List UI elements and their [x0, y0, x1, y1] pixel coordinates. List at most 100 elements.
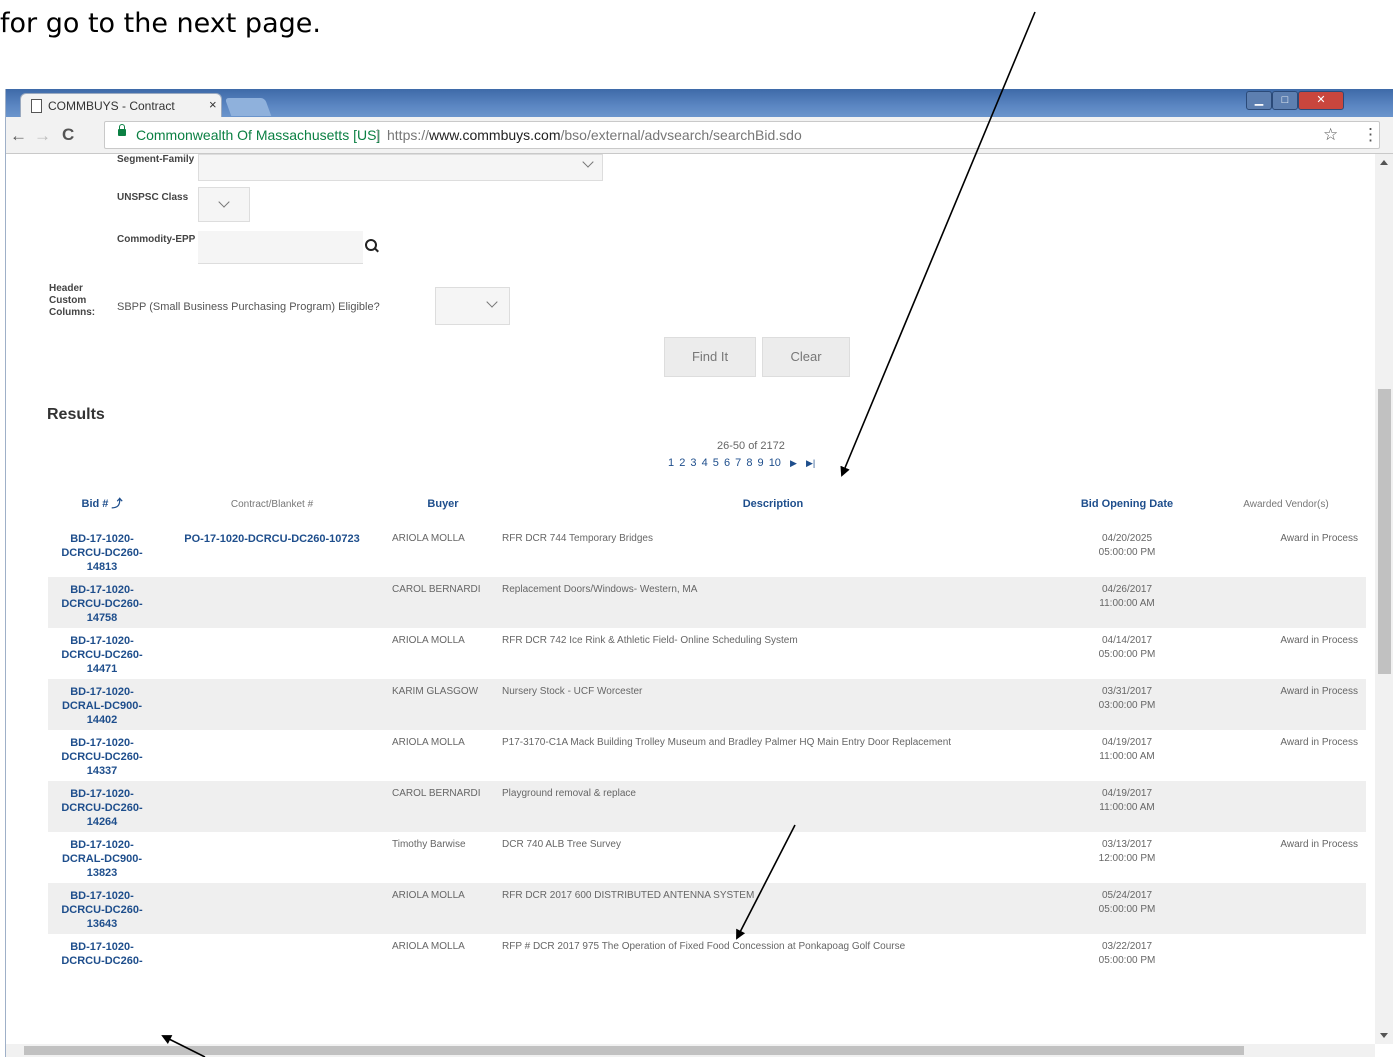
awarded-vendor-cell: Award in Process — [1280, 533, 1358, 544]
awarded-vendor-cell: Award in Process — [1206, 679, 1366, 730]
chevron-down-icon — [582, 156, 594, 168]
bid-opening-date-cell: 04/20/2025 05:00:00 PM — [1048, 526, 1206, 577]
vertical-scrollbar[interactable] — [1375, 154, 1393, 1044]
find-it-button[interactable]: Find It — [664, 337, 756, 377]
next-page-icon[interactable]: ▶ — [790, 458, 797, 469]
bid-opening-date-cell: 04/19/2017 11:00:00 AM — [1048, 730, 1206, 781]
caption-text: for go to the next page. — [0, 8, 321, 39]
close-window-button[interactable]: ✕ — [1298, 91, 1344, 110]
page-link[interactable]: 6 — [724, 457, 730, 469]
chevron-down-icon — [218, 196, 230, 208]
bid-link[interactable]: BD-17-1020-DCRCU-DC260-13643 — [48, 883, 156, 934]
commodity-epp-input[interactable] — [198, 231, 363, 264]
bid-link[interactable]: BD-17-1020-DCRCU-DC260-14471 — [48, 628, 156, 679]
bid-link[interactable]: BD-17-1020-DCRCU-DC260-14264 — [48, 781, 156, 832]
contract-link[interactable] — [156, 832, 388, 883]
unspsc-class-select[interactable] — [198, 187, 250, 222]
secure-site-name: Commonwealth Of Massachusetts [US] — [136, 127, 381, 143]
bid-link[interactable]: BD-17-1020-DCRAL-DC900-14402 — [48, 679, 156, 730]
bid-link[interactable]: BD-17-1020-DCRCU-DC260-14337 — [48, 730, 156, 781]
bid-time: 05:00:00 PM — [1098, 649, 1156, 660]
table-row[interactable]: BD-17-1020-DCRCU-DC260-14337 ARIOLA MOLLA… — [48, 730, 1366, 781]
bid-time: 11:00:00 AM — [1099, 751, 1155, 762]
table-row[interactable]: BD-17-1020-DCRCU-DC260-14471 ARIOLA MOLLA… — [48, 628, 1366, 679]
table-row[interactable]: BD-17-1020-DCRCU-DC260- ARIOLA MOLLA RFP #… — [48, 934, 1366, 984]
table-row[interactable]: BD-17-1020-DCRAL-DC900-14402 KARIM GLASGO… — [48, 679, 1366, 730]
close-tab-icon[interactable]: × — [209, 97, 217, 112]
column-header-bid[interactable]: Bid # ⤴ — [48, 489, 156, 526]
bid-link[interactable]: BD-17-1020-DCRAL-DC900-13823 — [48, 832, 156, 883]
column-header-description[interactable]: Description — [498, 489, 1048, 526]
buyer-cell: Timothy Barwise — [392, 839, 466, 850]
column-header-contract[interactable]: Contract/Blanket # — [156, 489, 388, 526]
column-header-bid-opening-date[interactable]: Bid Opening Date — [1048, 489, 1206, 526]
horizontal-scroll-thumb[interactable] — [24, 1046, 1244, 1055]
scroll-up-icon[interactable] — [1380, 160, 1388, 165]
reload-button[interactable]: C — [62, 125, 74, 145]
last-page-icon[interactable]: ▶| — [806, 458, 815, 469]
scroll-down-icon[interactable] — [1380, 1033, 1388, 1038]
bid-link[interactable]: BD-17-1020-DCRCU-DC260-14758 — [48, 577, 156, 628]
bid-time: 11:00:00 AM — [1099, 598, 1155, 609]
horizontal-scrollbar[interactable] — [6, 1044, 1375, 1057]
awarded-vendor-cell — [1206, 577, 1366, 628]
page-link[interactable]: 10 — [769, 457, 781, 469]
star-icon[interactable]: ☆ — [1323, 125, 1338, 145]
vertical-scroll-thumb[interactable] — [1378, 389, 1391, 674]
bid-date: 04/20/2025 — [1101, 533, 1153, 544]
page-link[interactable]: 5 — [713, 457, 719, 469]
buyer-cell: ARIOLA MOLLA — [392, 533, 465, 544]
page-link[interactable]: 1 — [668, 457, 674, 469]
column-header-awarded-vendors[interactable]: Awarded Vendor(s) — [1206, 489, 1366, 526]
table-row[interactable]: BD-17-1020-DCRAL-DC900-13823 Timothy Barw… — [48, 832, 1366, 883]
menu-icon[interactable]: ⋮ — [1362, 125, 1379, 145]
contract-link[interactable] — [156, 781, 388, 832]
page-link[interactable]: 3 — [690, 457, 696, 469]
contract-link[interactable] — [156, 730, 388, 781]
forward-button[interactable]: → — [34, 126, 51, 146]
description-cell: RFR DCR 744 Temporary Bridges — [502, 533, 653, 544]
contract-link[interactable] — [156, 628, 388, 679]
description-cell: P17-3170-C1A Mack Building Trolley Museu… — [502, 737, 952, 748]
browser-tab[interactable]: COMMBUYS - Contract × — [20, 93, 222, 118]
page-link[interactable]: 2 — [679, 457, 685, 469]
contract-link[interactable]: PO-17-1020-DCRCU-DC260-10723 — [156, 526, 388, 577]
contract-link[interactable] — [156, 934, 388, 984]
new-tab-button[interactable] — [224, 98, 272, 116]
contract-link[interactable] — [156, 679, 388, 730]
contract-link[interactable] — [156, 883, 388, 934]
bid-opening-date-cell: 04/26/2017 11:00:00 AM — [1048, 577, 1206, 628]
back-button[interactable]: ← — [10, 126, 27, 146]
sort-icon[interactable]: ⤴ — [111, 498, 122, 510]
table-row[interactable]: BD-17-1020-DCRCU-DC260-14813 PO-17-1020-D… — [48, 526, 1366, 577]
awarded-vendor-cell: Award in Process — [1280, 839, 1358, 850]
bid-link[interactable]: BD-17-1020-DCRCU-DC260- — [48, 934, 156, 984]
bid-date: 05/24/2017 — [1101, 890, 1153, 901]
sbpp-eligible-select[interactable] — [435, 287, 510, 325]
segment-family-select[interactable] — [198, 154, 603, 181]
table-row[interactable]: BD-17-1020-DCRCU-DC260-13643 ARIOLA MOLLA… — [48, 883, 1366, 934]
minimize-button[interactable]: ▁ — [1246, 91, 1272, 110]
bid-link[interactable]: BD-17-1020-DCRCU-DC260-14813 — [48, 526, 156, 577]
address-bar[interactable]: Commonwealth Of Massachusetts [US] | htt… — [104, 121, 1380, 149]
browser-toolbar: ← → C Commonwealth Of Massachusetts [US]… — [6, 117, 1393, 154]
search-icon[interactable] — [364, 238, 380, 254]
bid-opening-date-cell: 05/24/2017 05:00:00 PM — [1048, 883, 1206, 934]
awarded-vendor-cell — [1206, 934, 1366, 984]
page-link[interactable]: 7 — [735, 457, 741, 469]
sbpp-column-label: SBPP (Small Business Purchasing Program)… — [117, 301, 380, 313]
table-row[interactable]: BD-17-1020-DCRCU-DC260-14758 CAROL BERNAR… — [48, 577, 1366, 628]
column-header-buyer[interactable]: Buyer — [388, 489, 498, 526]
contract-link[interactable] — [156, 577, 388, 628]
table-row[interactable]: BD-17-1020-DCRCU-DC260-14264 CAROL BERNAR… — [48, 781, 1366, 832]
clear-button[interactable]: Clear — [762, 337, 850, 377]
page-link[interactable]: 9 — [758, 457, 764, 469]
page-link[interactable]: 8 — [746, 457, 752, 469]
maximize-button[interactable]: □ — [1272, 91, 1298, 110]
page-link[interactable]: 4 — [702, 457, 708, 469]
table-header-row: Bid # ⤴ Contract/Blanket # Buyer Descrip… — [48, 489, 1366, 526]
bid-date: 04/19/2017 — [1101, 737, 1153, 748]
results-heading: Results — [47, 406, 105, 423]
segment-family-label: Segment-Family — [117, 154, 195, 165]
description-cell: RFR DCR 742 Ice Rink & Athletic Field- O… — [502, 635, 798, 646]
